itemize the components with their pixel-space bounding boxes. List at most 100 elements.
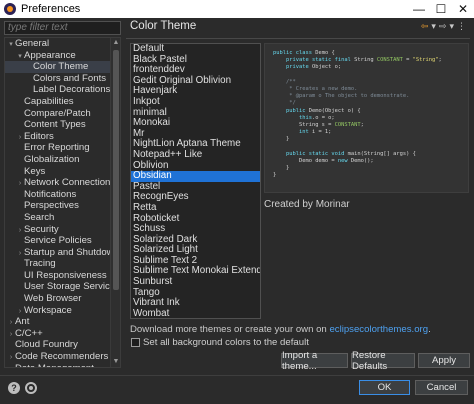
help-icon[interactable]: ? [8, 382, 20, 394]
code-line: this.o = o; [273, 115, 468, 122]
code-token: * Creates a new demo. [273, 85, 358, 92]
default-background-checkbox[interactable] [131, 338, 140, 347]
apply-button[interactable]: Apply [418, 353, 470, 368]
code-token: main(String[] args) { [347, 150, 416, 157]
forward-arrow-icon[interactable]: ⇨ [439, 21, 447, 32]
tree-item[interactable]: User Storage Service [5, 281, 111, 293]
tree-item[interactable]: › Security [5, 224, 111, 236]
code-token: public [273, 107, 309, 114]
minimize-button[interactable]: — [408, 0, 430, 18]
back-menu-icon[interactable]: ▾ [431, 21, 436, 32]
default-background-option[interactable]: Set all background colors to the default [131, 337, 309, 348]
tree-item[interactable]: › Network Connections [5, 177, 111, 189]
theme-list-item[interactable]: Inkpot [131, 96, 260, 108]
scroll-up-icon[interactable]: ▲ [111, 38, 120, 48]
tree-item-label: General [15, 38, 50, 49]
code-line: private static final String CONSTANT = "… [273, 57, 468, 64]
tree-item[interactable]: › Editors [5, 131, 111, 143]
code-line: int i = 1; [273, 129, 468, 136]
code-token: */ [273, 100, 296, 107]
page-title: Color Theme [130, 20, 197, 32]
tree-item[interactable]: › C/C++ [5, 328, 111, 340]
back-arrow-icon[interactable]: ⇦ [421, 21, 429, 32]
close-button[interactable]: ✕ [452, 0, 474, 18]
theme-list-item[interactable]: Notepad++ Like [131, 149, 260, 161]
tree-item[interactable]: Label Decorations [5, 84, 111, 96]
tree-item[interactable]: Perspectives [5, 200, 111, 212]
code-token: private [273, 64, 312, 71]
tree-item[interactable]: Colors and Fonts [5, 73, 111, 85]
tree-item-label: User Storage Service [24, 281, 111, 293]
code-token: String s = [273, 121, 335, 128]
cancel-button[interactable]: Cancel [415, 380, 468, 395]
filter-input[interactable]: type filter text [4, 21, 121, 35]
tree-item-label: C/C++ [15, 327, 43, 339]
scrollbar-thumb[interactable] [113, 50, 119, 290]
tree-item[interactable]: Cloud Foundry [5, 339, 111, 351]
tree-item-label: Perspectives [24, 200, 79, 212]
tree-item[interactable]: Globalization [5, 154, 111, 166]
tree-items: ▾ General ▾ Appearance Color Theme Colors and… [5, 38, 111, 367]
view-menu-icon[interactable]: ⋮ [457, 21, 466, 32]
code-token: = [402, 57, 413, 64]
restore-defaults-button[interactable]: Restore Defaults [351, 350, 415, 372]
tree-item[interactable]: ▾ Appearance [5, 50, 111, 62]
tree-item-label: Compare/Patch [24, 107, 91, 119]
collapsed-chevron-icon[interactable]: › [7, 364, 15, 367]
tree-scrollbar[interactable]: ▲ ▼ [110, 38, 120, 367]
tree-item[interactable]: Content Types [5, 119, 111, 131]
tree-item-label: UI Responsiveness Mon [24, 269, 111, 281]
forward-menu-icon[interactable]: ▾ [449, 21, 454, 32]
download-prefix: Download more themes or create your own … [130, 324, 330, 335]
scroll-down-icon[interactable]: ▼ [111, 357, 120, 367]
tree-item[interactable]: Search [5, 212, 111, 224]
tree-item[interactable]: › Startup and Shutdown [5, 247, 111, 259]
page-navigation: ⇦ ▾ ⇨ ▾ ⋮ [421, 21, 466, 32]
code-line: public static void main(String[] args) { [273, 151, 468, 158]
code-line: Demo demo = new Demo(); [273, 158, 468, 165]
tree-item[interactable]: Notifications [5, 189, 111, 201]
tree-item[interactable]: › Workspace [5, 305, 111, 317]
tree-item[interactable]: UI Responsiveness Mon [5, 270, 111, 282]
tree-item-label: Search [24, 211, 55, 223]
import-theme-button[interactable]: Import a theme... [281, 350, 348, 372]
code-line: public class Demo { [273, 50, 468, 57]
eclipsecolorthemes-link[interactable]: eclipsecolorthemes.org [329, 324, 428, 335]
theme-list[interactable]: Default Black Pastel frontenddev Gedit Orig… [130, 43, 261, 319]
tree-item[interactable]: Tracing [5, 258, 111, 270]
theme-list-item[interactable]: Monokai [131, 118, 260, 129]
code-token: } [273, 165, 290, 171]
tree-item[interactable]: ›Data Management [5, 363, 111, 367]
tree-item[interactable]: Service Policies [5, 235, 111, 247]
tree-item[interactable]: Color Theme [5, 61, 111, 73]
code-token: .o = o; [311, 114, 335, 121]
tree-item[interactable]: Web Browser [5, 293, 111, 305]
title-bar: Preferences — ☐ ✕ [0, 0, 474, 18]
code-line: /** [273, 79, 468, 86]
tree-item[interactable]: Compare/Patch [5, 108, 111, 120]
maximize-button[interactable]: ☐ [430, 0, 452, 18]
download-suffix: . [428, 324, 431, 335]
window-controls: — ☐ ✕ [408, 0, 474, 18]
window-title: Preferences [21, 3, 81, 15]
import-export-icon[interactable] [25, 382, 37, 394]
tree-item[interactable]: › Ant [5, 316, 111, 328]
code-token: ; [438, 57, 442, 64]
code-token: Demo demo = [273, 157, 338, 164]
tree-item[interactable]: Keys [5, 166, 111, 178]
code-line: } [273, 165, 468, 172]
theme-list-item[interactable]: Default [131, 44, 260, 55]
tree-item[interactable]: › Code Recommenders [5, 351, 111, 363]
code-line: } [273, 136, 468, 143]
code-token: CONSTANT [334, 121, 361, 128]
ok-button[interactable]: OK [359, 380, 410, 395]
tree-item[interactable]: Error Reporting [5, 142, 111, 154]
download-text: Download more themes or create your own … [130, 324, 431, 335]
code-line: } [273, 172, 468, 179]
theme-list-item[interactable]: Retta [131, 202, 260, 214]
tree-item[interactable]: Capabilities [5, 96, 111, 108]
tree-item-label: Label Decorations [33, 84, 111, 96]
tree-item[interactable]: ▾ General [5, 38, 111, 50]
